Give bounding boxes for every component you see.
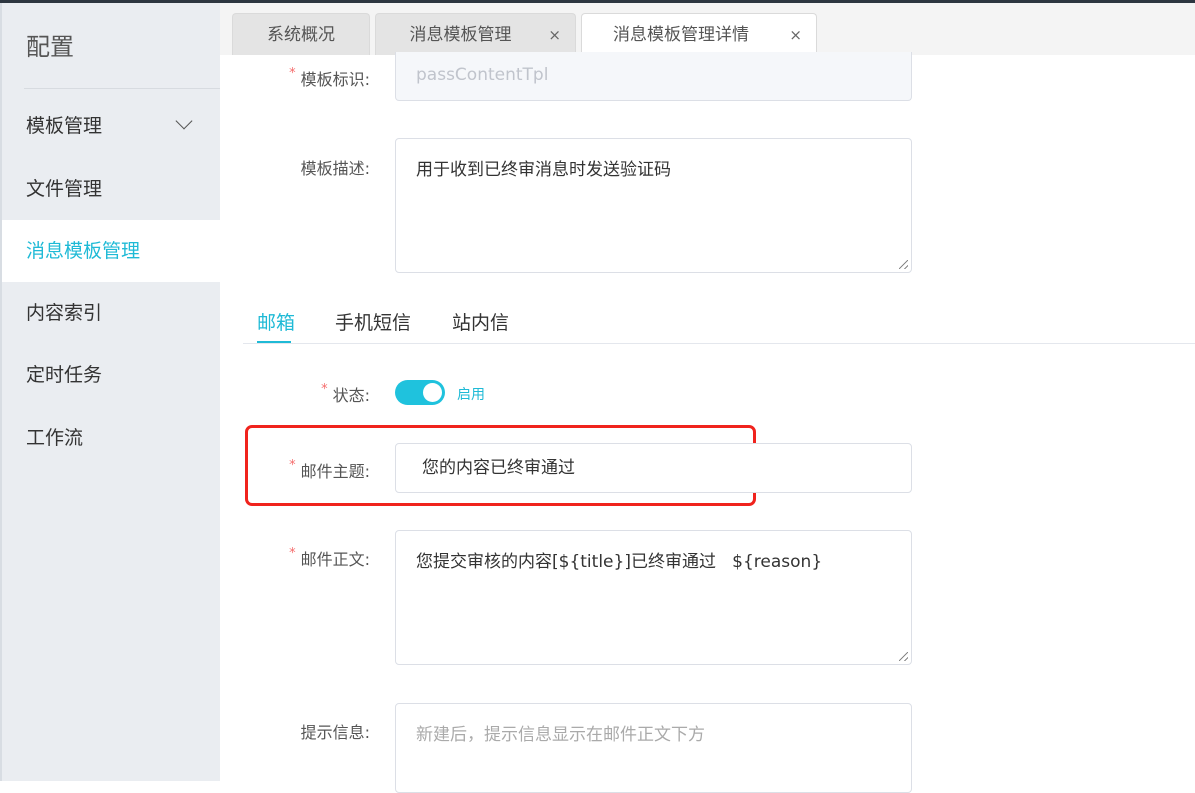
sidebar-item-workflow[interactable]: 工作流 [2, 407, 220, 469]
tab-message-template[interactable]: 消息模板管理 × [375, 13, 576, 55]
tab-message-template-detail[interactable]: 消息模板管理详情 × [581, 13, 817, 55]
status-label: * 状态: [220, 382, 370, 406]
tab-bar: 系统概况 消息模板管理 × 消息模板管理详情 × [220, 3, 1195, 55]
template-id-label: * 模板标识: [220, 66, 370, 90]
status-toggle[interactable] [395, 380, 445, 405]
label-text: 邮件主题: [300, 462, 370, 481]
label-text: 模板标识: [300, 70, 370, 89]
label-text: 邮件正文: [300, 550, 370, 569]
sidebar-item-scheduled-tasks[interactable]: 定时任务 [2, 344, 220, 406]
required-mark: * [289, 546, 296, 561]
mail-subject-input[interactable]: 您的内容已终审通过 [395, 443, 912, 493]
template-id-input[interactable]: passContentTpl [395, 52, 912, 101]
resize-handle[interactable] [899, 260, 908, 269]
tab-inbox[interactable]: 站内信 [452, 308, 509, 335]
textarea-value: 用于收到已终审消息时发送验证码 [416, 160, 671, 180]
tab-label: 消息模板管理 [409, 25, 512, 45]
tab-email[interactable]: 邮箱 [257, 308, 295, 335]
sidebar-item-message-template[interactable]: 消息模板管理 [2, 220, 220, 282]
active-tab-indicator [257, 341, 291, 343]
hint-label: 提示信息: [300, 723, 370, 742]
status-text: 启用 [457, 387, 485, 403]
tab-label: 消息模板管理详情 [613, 25, 749, 45]
hint-textarea[interactable]: 新建后，提示信息显示在邮件正文下方 [395, 703, 912, 793]
sidebar-item-template-management[interactable]: 模板管理 [2, 95, 220, 157]
template-desc-textarea[interactable]: 用于收到已终审消息时发送验证码 [395, 138, 912, 273]
tab-label: 系统概况 [267, 25, 335, 45]
label-text: 状态: [332, 386, 370, 405]
textarea-value: 您提交审核的内容[${title}]已终审通过 ${reason} [416, 552, 823, 572]
tab-sms[interactable]: 手机短信 [335, 308, 411, 335]
sidebar: 配置 模板管理 文件管理 消息模板管理 内容索引 定时任务 工作流 [0, 3, 220, 781]
sidebar-item-file-management[interactable]: 文件管理 [2, 158, 220, 220]
tab-system-overview[interactable]: 系统概况 [232, 13, 370, 55]
template-desc-label: 模板描述: [300, 159, 370, 178]
mail-subject-label: * 邮件主题: [220, 458, 370, 482]
close-icon[interactable]: × [789, 14, 802, 56]
sidebar-title: 配置 [26, 33, 74, 61]
mail-body-textarea[interactable]: 您提交审核的内容[${title}]已终审通过 ${reason} [395, 530, 912, 665]
divider [243, 343, 1195, 344]
divider [24, 88, 220, 89]
mail-body-label: * 邮件正文: [220, 546, 370, 570]
required-mark: * [321, 382, 328, 397]
resize-handle[interactable] [899, 652, 908, 661]
sidebar-item-content-index[interactable]: 内容索引 [2, 282, 220, 344]
sidebar-item-label: 模板管理 [26, 115, 103, 137]
required-mark: * [289, 458, 296, 473]
required-mark: * [289, 66, 296, 81]
chevron-down-icon [175, 112, 193, 130]
close-icon[interactable]: × [548, 14, 561, 56]
